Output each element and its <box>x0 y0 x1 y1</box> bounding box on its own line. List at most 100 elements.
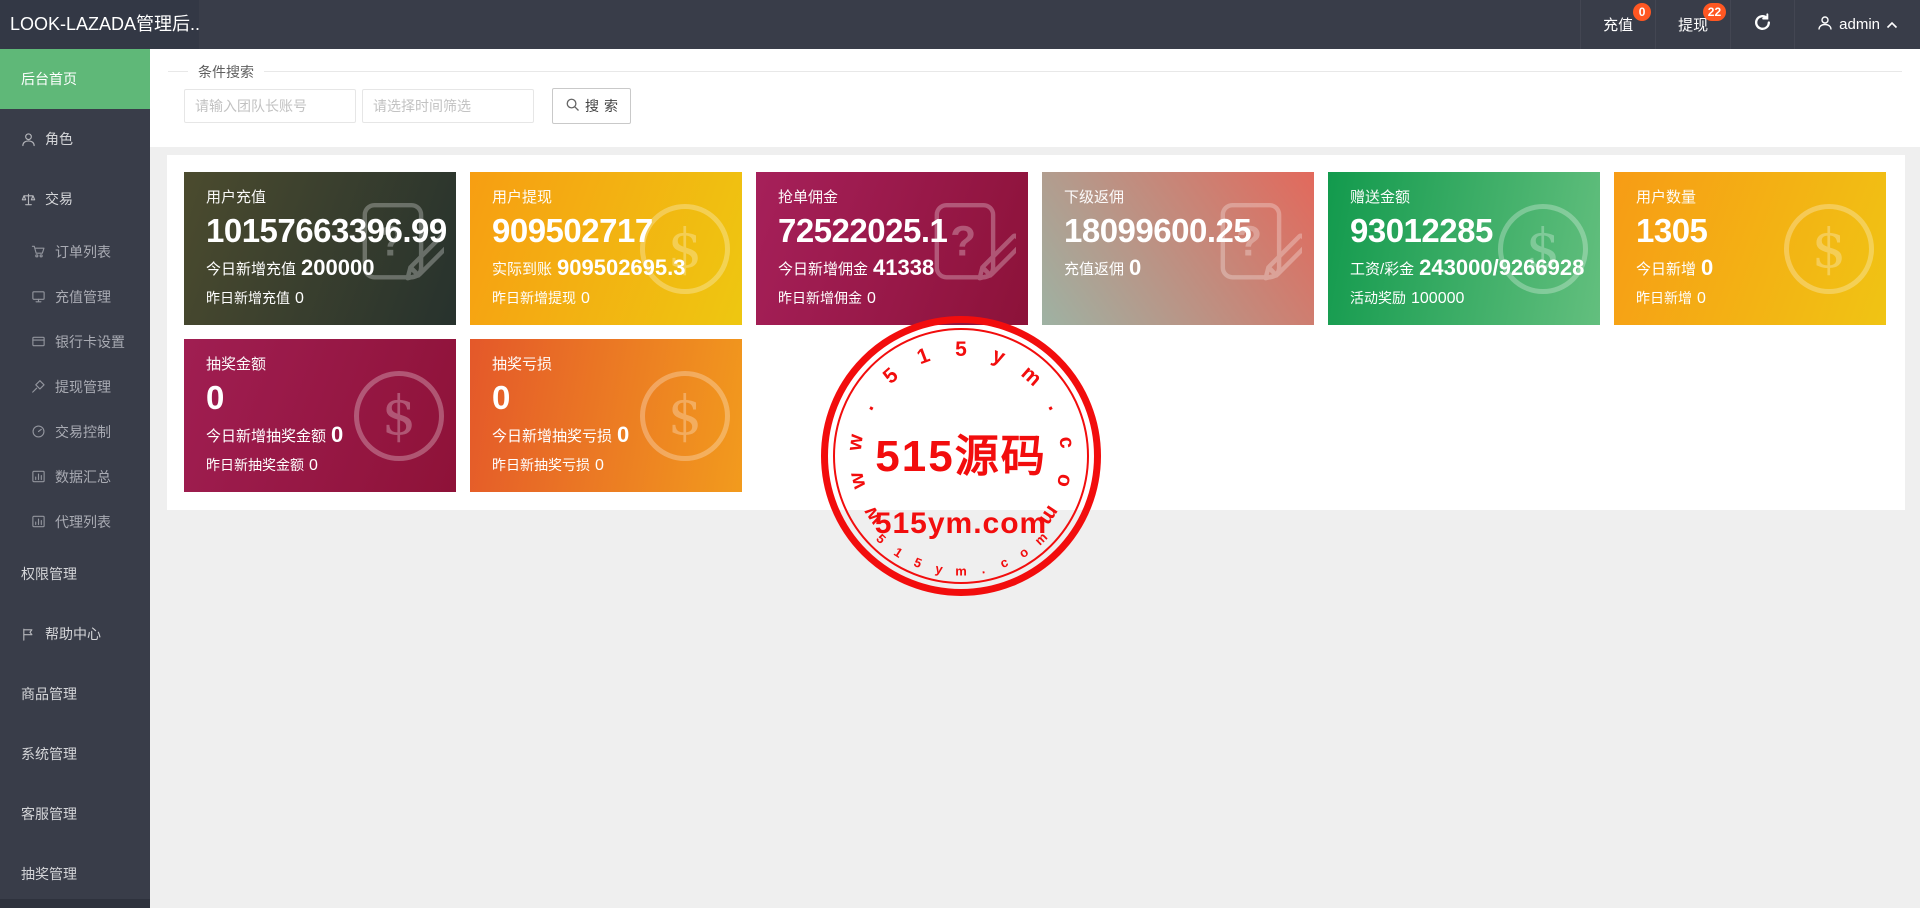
card-line-label: 昨日新抽奖亏损 <box>492 457 590 473</box>
search-legend: 条件搜索 <box>188 62 264 82</box>
card-line-label: 今日新增抽奖金额 <box>206 428 326 445</box>
stat-card-lottery-amount: 抽奖金额0今日新增抽奖金额0昨日新抽奖金额0$ <box>184 339 456 492</box>
board-icon <box>31 289 46 304</box>
bank-card-icon <box>31 334 46 349</box>
card-line: 今日新增佣金 41338 <box>778 255 1028 281</box>
sidebar-item-customer-service[interactable]: 客服管理 <box>0 784 150 844</box>
card-line-value: 243000/9266928 <box>1419 255 1584 280</box>
sidebar-item-label: 银行卡设置 <box>55 332 125 352</box>
card-line-label: 昨日新增 <box>1636 290 1692 306</box>
card-line: 今日新增充值 200000 <box>206 255 456 281</box>
stat-card-subordinate-rebate: 下级返佣18099600.25充值返佣0? <box>1042 172 1314 325</box>
stat-cards-panel: 用户充值10157663396.99今日新增充值200000昨日新增充值0?用户… <box>167 155 1905 510</box>
scales-icon <box>21 192 36 207</box>
card-line: 今日新增抽奖金额0 <box>206 422 456 448</box>
sidebar-item-lottery-mgmt[interactable]: 抽奖管理 <box>0 844 150 904</box>
sidebar-item-product-mgmt[interactable]: 商品管理 <box>0 664 150 724</box>
sidebar-item-bank-card-settings[interactable]: 银行卡设置 <box>0 319 150 364</box>
sidebar-item-home[interactable]: 后台首页 <box>0 49 150 109</box>
sidebar-item-system-mgmt[interactable]: 系统管理 <box>0 724 150 784</box>
card-line-label: 今日新增佣金 <box>778 261 868 278</box>
card-line-label: 今日新增抽奖亏损 <box>492 428 612 445</box>
sidebar-item-permission-mgmt[interactable]: 权限管理 <box>0 544 150 604</box>
card-line: 工资/彩金 243000/9266928 <box>1350 255 1600 281</box>
card-line-label: 今日新增充值 <box>206 261 296 278</box>
sidebar-item-trade-control[interactable]: 交易控制 <box>0 409 150 454</box>
sidebar-item-label: 后台首页 <box>21 69 77 89</box>
sidebar-item-label: 数据汇总 <box>55 467 111 487</box>
card-line: 昨日新增提现0 <box>492 288 742 308</box>
gauge-icon <box>31 424 46 439</box>
card-line: 活动奖励100000 <box>1350 288 1600 308</box>
card-line-value: 0 <box>595 457 604 474</box>
withdraw-button[interactable]: 提现 22 <box>1655 0 1730 49</box>
card-value: 93012285 <box>1350 210 1600 252</box>
card-line-value: 100000 <box>1411 290 1464 307</box>
card-line-value: 0 <box>581 290 590 307</box>
card-value: 1305 <box>1636 210 1886 252</box>
sidebar-item-roles[interactable]: 角色 <box>0 109 150 169</box>
card-line-value: 0 <box>295 290 304 307</box>
sidebar-item-label: 权限管理 <box>21 564 77 584</box>
withdraw-badge: 22 <box>1703 3 1726 21</box>
sidebar-item-label: 交易控制 <box>55 422 111 442</box>
sidebar-item-recharge-mgmt[interactable]: 充值管理 <box>0 274 150 319</box>
card-line: 充值返佣0 <box>1064 255 1314 281</box>
sidebar-item-agent-list[interactable]: 代理列表 <box>0 499 150 544</box>
stat-card-user-count: 用户数量1305今日新增0昨日新增0$ <box>1614 172 1886 325</box>
sidebar-item-label: 代理列表 <box>55 512 111 532</box>
stat-card-user-withdraw: 用户提现909502717实际到账909502695.3昨日新增提现0$ <box>470 172 742 325</box>
flag-icon <box>21 627 36 642</box>
card-line-label: 今日新增 <box>1636 261 1696 278</box>
sidebar-item-label: 交易 <box>45 189 73 209</box>
bar-chart-icon <box>31 514 46 529</box>
recharge-badge: 0 <box>1633 3 1651 21</box>
search-button[interactable]: 搜索 <box>552 88 631 124</box>
card-value: 18099600.25 <box>1064 210 1314 252</box>
card-line-value: 41338 <box>873 255 934 280</box>
recharge-label: 充值 <box>1603 14 1633 35</box>
sidebar-item-label: 角色 <box>45 129 73 149</box>
card-line-value: 0 <box>1697 290 1706 307</box>
card-line-label: 昨日新增佣金 <box>778 290 862 306</box>
sidebar-item-order-list[interactable]: 订单列表 <box>0 229 150 274</box>
sidebar-item-data-summary[interactable]: 数据汇总 <box>0 454 150 499</box>
recharge-button[interactable]: 充值 0 <box>1580 0 1655 49</box>
search-button-label: 搜索 <box>585 96 623 116</box>
user-menu[interactable]: admin <box>1794 0 1920 49</box>
card-line-label: 工资/彩金 <box>1350 261 1414 278</box>
sidebar-menu: 后台首页角色交易订单列表充值管理银行卡设置提现管理交易控制数据汇总代理列表权限管… <box>0 49 150 904</box>
card-line-value: 200000 <box>301 255 374 280</box>
time-filter-input[interactable] <box>362 89 534 123</box>
search-row: 搜索 <box>150 50 1920 124</box>
card-line-value: 909502695.3 <box>557 255 685 280</box>
card-line-value: 0 <box>309 457 318 474</box>
sidebar-item-help-center[interactable]: 帮助中心 <box>0 604 150 664</box>
caret-up-icon <box>1886 16 1898 33</box>
refresh-button[interactable] <box>1730 0 1794 49</box>
cart-icon <box>31 244 46 259</box>
sidebar-item-label: 帮助中心 <box>45 624 101 644</box>
team-leader-account-input[interactable] <box>184 89 356 123</box>
card-line-label: 昨日新抽奖金额 <box>206 457 304 473</box>
sidebar-item-label: 提现管理 <box>55 377 111 397</box>
sidebar-footer-strip <box>0 899 150 908</box>
card-line-value: 0 <box>1129 255 1141 280</box>
bar-chart-icon <box>31 469 46 484</box>
sidebar-item-withdraw-mgmt[interactable]: 提现管理 <box>0 364 150 409</box>
card-line-value: 0 <box>1701 255 1713 280</box>
username: admin <box>1839 16 1880 33</box>
card-line: 昨日新增充值 0 <box>206 288 456 308</box>
card-line: 今日新增抽奖亏损 0 <box>492 422 742 448</box>
stat-card-order-commission: 抢单佣金72522025.1今日新增佣金41338昨日新增佣金0? <box>756 172 1028 325</box>
card-line-label: 昨日新增充值 <box>206 290 290 306</box>
search-icon <box>565 97 580 115</box>
sidebar-item-trade[interactable]: 交易 <box>0 169 150 229</box>
stat-cards-grid: 用户充值10157663396.99今日新增充值200000昨日新增充值0?用户… <box>184 172 1889 492</box>
card-line: 昨日新增 0 <box>1636 288 1886 308</box>
card-line: 实际到账909502695.3 <box>492 255 742 281</box>
user-icon <box>1817 15 1833 35</box>
app-title: LOOK-LAZADA管理后... <box>0 0 199 49</box>
card-line-value: 0 <box>617 422 629 447</box>
sidebar-item-label: 商品管理 <box>21 684 77 704</box>
